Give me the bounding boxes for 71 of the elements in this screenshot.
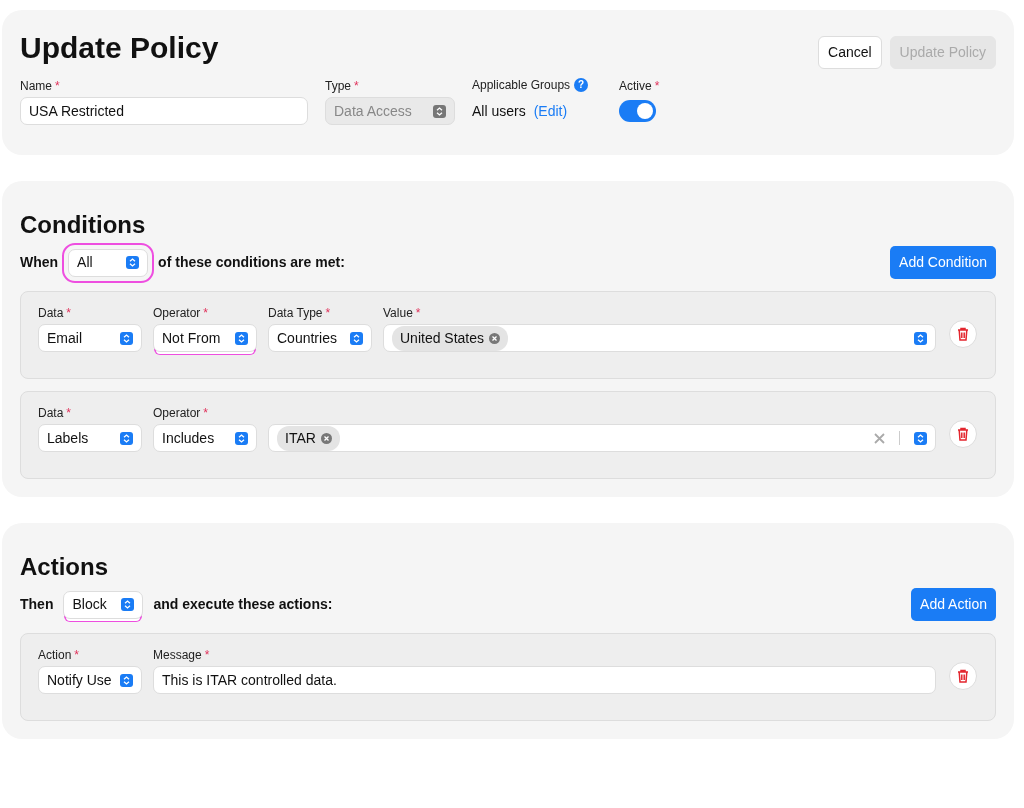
chevron-icon [235, 331, 248, 345]
help-icon[interactable]: ? [574, 78, 589, 92]
select-field: Data Access [325, 97, 455, 125]
group-value: All users [472, 101, 526, 121]
required-asterisk: * [66, 406, 72, 421]
add-button[interactable]: Add Condition [890, 246, 996, 280]
trash-icon [957, 427, 969, 442]
select-field[interactable]: Not From [153, 324, 257, 353]
field-label: Type [325, 79, 351, 93]
required-asterisk: * [74, 648, 80, 663]
tag-chip[interactable]: United States [392, 325, 509, 351]
required-asterisk: * [354, 79, 359, 93]
chevron-icon [235, 431, 248, 445]
delete-button[interactable] [949, 420, 977, 449]
field-label: Active [619, 79, 652, 93]
trash-icon [957, 669, 969, 684]
tag-field[interactable]: ITAR [268, 424, 936, 453]
select-field[interactable]: Includes [153, 424, 257, 453]
field-label: Operator [153, 406, 201, 421]
field-label: Message [153, 648, 202, 663]
select-field[interactable]: Labels [38, 424, 142, 453]
field-label: Data [38, 406, 64, 421]
required-asterisk: * [415, 306, 421, 321]
remove-icon[interactable] [320, 432, 332, 444]
section-title: Conditions [20, 210, 147, 240]
select-field[interactable]: Countries [268, 324, 372, 353]
chevron-icon [914, 431, 927, 445]
chevron-icon [914, 331, 927, 345]
delete-button[interactable] [949, 320, 977, 349]
chevron-icon [120, 331, 133, 345]
section-title: Actions [20, 552, 109, 583]
required-asterisk: * [203, 306, 209, 321]
required-asterisk: * [654, 79, 660, 93]
cancel-button[interactable]: Cancel [818, 36, 882, 69]
select-field[interactable]: Block [63, 590, 144, 619]
chevron-icon [126, 256, 140, 270]
chevron-icon [120, 673, 133, 687]
tag-field[interactable]: United States [383, 324, 936, 353]
toggle-switch[interactable] [619, 100, 656, 122]
add-button[interactable]: Add Action [911, 588, 996, 622]
condition-prefix: When [20, 253, 59, 273]
trash-icon [957, 327, 969, 342]
chevron-icon [121, 598, 135, 612]
condition-suffix: of these conditions are met: [158, 253, 345, 273]
chevron-icon [350, 331, 363, 345]
chevron-icon [120, 431, 133, 445]
select-field[interactable]: Email [38, 324, 142, 353]
field-label: Operator [153, 306, 201, 321]
required-asterisk: * [325, 306, 331, 321]
select-field[interactable]: Notify Use [38, 666, 142, 695]
required-asterisk: * [204, 648, 210, 663]
tag-chip[interactable]: ITAR [277, 425, 340, 451]
required-asterisk: * [66, 306, 72, 321]
message-field[interactable]: This is ITAR controlled data. [153, 666, 936, 695]
field-label: Data [38, 306, 64, 321]
field-label: Applicable Groups [472, 77, 571, 94]
edit-link[interactable]: (Edit) [533, 100, 568, 122]
page-title: Update Policy [20, 30, 219, 66]
delete-button[interactable] [949, 662, 977, 691]
clear-icon[interactable] [874, 432, 885, 444]
required-asterisk: * [55, 79, 60, 93]
name-field[interactable]: USA Restricted [20, 97, 308, 125]
remove-icon[interactable] [489, 332, 501, 344]
field-label: Action [38, 648, 72, 663]
required-asterisk: * [203, 406, 209, 421]
chevron-icon [433, 104, 446, 118]
field-label: Name [20, 79, 52, 93]
field-label: Value [383, 306, 413, 321]
condition-prefix: Then [20, 595, 54, 615]
field-label: Data Type [268, 306, 323, 321]
condition-suffix: and execute these actions: [153, 595, 333, 615]
